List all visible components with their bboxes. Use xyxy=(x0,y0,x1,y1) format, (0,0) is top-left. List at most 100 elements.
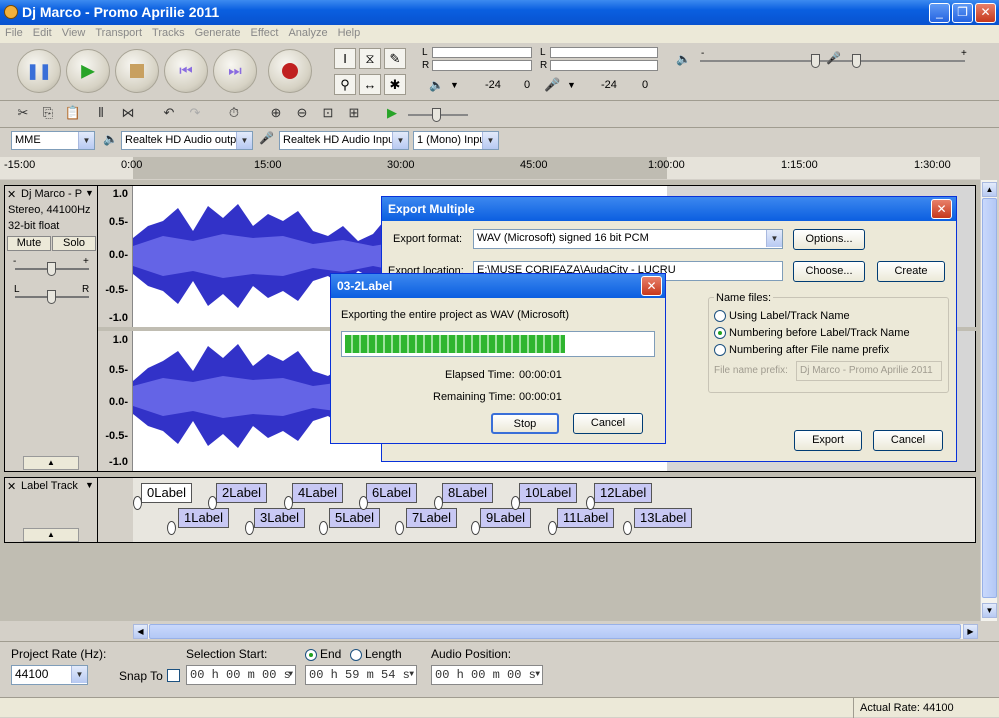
cancel-export-button[interactable]: Cancel xyxy=(573,413,643,434)
record-button[interactable] xyxy=(268,49,312,93)
label-item[interactable]: 0Label xyxy=(141,483,193,503)
solo-button[interactable]: Solo xyxy=(52,236,96,251)
menu-effect[interactable]: Effect xyxy=(246,25,284,41)
collapse-track-icon[interactable]: ▲ xyxy=(23,456,79,470)
sync-lock-icon[interactable]: ⏱ xyxy=(223,102,245,124)
mute-button[interactable]: Mute xyxy=(7,236,51,251)
menu-file[interactable]: File xyxy=(0,25,28,41)
label-item[interactable]: 13Label xyxy=(634,508,693,528)
label-handle[interactable] xyxy=(245,521,254,535)
menu-transport[interactable]: Transport xyxy=(90,25,147,41)
label-item[interactable]: 7Label xyxy=(406,508,458,528)
label-item[interactable]: 4Label xyxy=(292,483,344,503)
skip-end-button[interactable]: ⏭ xyxy=(213,49,257,93)
label-item[interactable]: 11Label xyxy=(557,508,615,528)
label-item[interactable]: 1Label xyxy=(178,508,230,528)
playback-meter-dropdown-icon[interactable]: ▼ xyxy=(450,80,459,90)
snap-to-checkbox[interactable] xyxy=(167,669,180,682)
zoom-in-icon[interactable]: ⊕ xyxy=(265,102,287,124)
label-handle[interactable] xyxy=(548,521,557,535)
input-channels-select[interactable]: 1 (Mono) Inpu ▼ xyxy=(413,131,499,150)
horizontal-scrollbar[interactable]: ◀ ▶ xyxy=(133,624,978,639)
option-label-name[interactable]: Using Label/Track Name xyxy=(714,310,850,323)
label-handle[interactable] xyxy=(359,496,368,510)
timeshift-tool[interactable]: ↔ xyxy=(359,74,381,95)
label-item[interactable]: 2Label xyxy=(216,483,268,503)
silence-icon[interactable]: ⋈ xyxy=(117,102,139,124)
input-device-select[interactable]: Realtek HD Audio Input ▼ xyxy=(279,131,409,150)
label-item[interactable]: 3Label xyxy=(254,508,306,528)
label-item[interactable]: 8Label xyxy=(442,483,494,503)
menu-analyze[interactable]: Analyze xyxy=(283,25,332,41)
gain-thumb[interactable] xyxy=(47,262,56,276)
label-handle[interactable] xyxy=(586,496,595,510)
export-dialog-close-icon[interactable]: ✕ xyxy=(931,199,952,219)
export-format-select[interactable]: WAV (Microsoft) signed 16 bit PCM ▼ xyxy=(473,229,783,249)
track-menu-icon[interactable]: ▼ xyxy=(85,188,94,198)
end-radio[interactable]: End xyxy=(305,647,341,661)
fit-selection-icon[interactable]: ⊡ xyxy=(317,102,339,124)
label-item[interactable]: 9Label xyxy=(480,508,532,528)
multi-tool[interactable]: ✱ xyxy=(384,74,406,95)
draw-tool[interactable]: ✎ xyxy=(384,48,406,69)
zoom-out-icon[interactable]: ⊖ xyxy=(291,102,313,124)
horizontal-scroll-thumb[interactable] xyxy=(149,624,961,639)
stop-button[interactable] xyxy=(115,49,159,93)
track-name-button[interactable]: Dj Marco - P xyxy=(21,188,82,200)
copy-icon[interactable]: ⎘ xyxy=(37,102,59,124)
menu-help[interactable]: Help xyxy=(333,25,366,41)
pause-button[interactable]: ❚❚ xyxy=(17,49,61,93)
minimize-button[interactable]: _ xyxy=(929,3,950,23)
label-handle[interactable] xyxy=(623,521,632,535)
scroll-up-icon[interactable]: ▲ xyxy=(982,182,997,197)
label-handle[interactable] xyxy=(284,496,293,510)
option-numbering-before[interactable]: Numbering before Label/Track Name xyxy=(714,327,910,340)
menu-view[interactable]: View xyxy=(57,25,91,41)
label-handle[interactable] xyxy=(167,521,176,535)
audio-position-field[interactable]: 00 h 00 m 00 s ▼ xyxy=(431,665,543,685)
input-volume-thumb[interactable] xyxy=(852,54,861,68)
export-button[interactable]: Export xyxy=(794,430,862,451)
playback-meter-right[interactable] xyxy=(432,60,532,71)
playback-meter-left[interactable] xyxy=(432,47,532,58)
output-volume-thumb[interactable] xyxy=(811,54,820,68)
label-item[interactable]: 6Label xyxy=(366,483,418,503)
audio-host-select[interactable]: MME ▼ xyxy=(11,131,95,150)
record-meter-dropdown-icon[interactable]: ▼ xyxy=(567,80,576,90)
pan-thumb[interactable] xyxy=(47,290,56,304)
track-close-icon[interactable]: ✕ xyxy=(7,188,16,201)
undo-icon[interactable]: ↶ xyxy=(158,102,180,124)
scroll-down-icon[interactable]: ▼ xyxy=(982,603,997,618)
label-handle[interactable] xyxy=(471,521,480,535)
skip-start-button[interactable]: ⏮ xyxy=(164,49,208,93)
redo-icon[interactable]: ↷ xyxy=(184,102,206,124)
scroll-left-icon[interactable]: ◀ xyxy=(133,624,148,639)
play-button[interactable]: ▶ xyxy=(66,49,110,93)
stop-export-button[interactable]: Stop xyxy=(491,413,559,434)
record-meter-left[interactable] xyxy=(550,47,658,58)
options-button[interactable]: Options... xyxy=(793,229,865,250)
label-area[interactable]: 0Label 2Label 4Label 6Label 8Label 10Lab… xyxy=(133,478,975,542)
length-radio[interactable]: Length xyxy=(350,647,402,661)
close-window-button[interactable]: ✕ xyxy=(975,3,996,23)
option-numbering-after[interactable]: Numbering after File name prefix xyxy=(714,344,889,357)
fit-project-icon[interactable]: ⊞ xyxy=(343,102,365,124)
menu-edit[interactable]: Edit xyxy=(28,25,57,41)
progress-dialog-close-icon[interactable]: ✕ xyxy=(641,276,662,296)
label-handle[interactable] xyxy=(395,521,404,535)
label-handle[interactable] xyxy=(511,496,520,510)
vertical-scrollbar[interactable]: ▲ ▼ xyxy=(980,180,997,621)
label-handle[interactable] xyxy=(319,521,328,535)
menu-tracks[interactable]: Tracks xyxy=(147,25,190,41)
selection-tool[interactable]: I xyxy=(334,48,356,69)
label-track-name[interactable]: Label Track xyxy=(21,480,78,492)
output-device-select[interactable]: Realtek HD Audio outpu ▼ xyxy=(121,131,253,150)
label-item[interactable]: 5Label xyxy=(329,508,381,528)
project-rate-select[interactable]: 44100 ▼ xyxy=(11,665,88,685)
export-cancel-button[interactable]: Cancel xyxy=(873,430,943,451)
label-track-menu-icon[interactable]: ▼ xyxy=(85,480,94,490)
choose-button[interactable]: Choose... xyxy=(793,261,865,282)
label-handle[interactable] xyxy=(133,496,142,510)
scroll-right-icon[interactable]: ▶ xyxy=(963,624,978,639)
label-handle[interactable] xyxy=(208,496,217,510)
